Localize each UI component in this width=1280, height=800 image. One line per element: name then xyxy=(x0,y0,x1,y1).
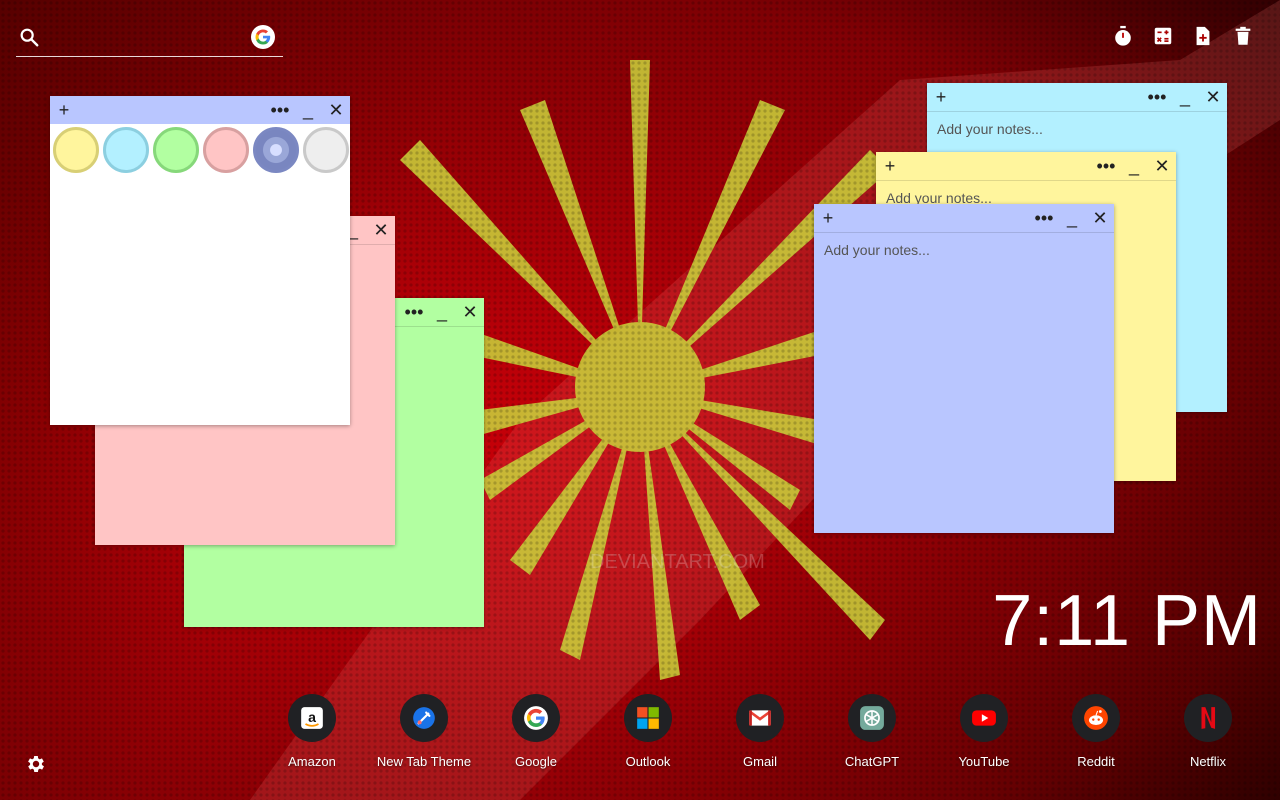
color-pink-swatch[interactable] xyxy=(203,127,249,173)
shortcut-google[interactable]: Google xyxy=(484,694,588,769)
minimize-icon[interactable]: _ xyxy=(430,298,454,326)
chatgpt-icon xyxy=(848,694,896,742)
shortcut-new-tab-theme[interactable]: New Tab Theme xyxy=(372,694,476,769)
minimize-icon[interactable]: _ xyxy=(296,96,320,124)
note-toolbar: + ••• _ ✕ xyxy=(50,96,350,124)
more-options-icon[interactable]: ••• xyxy=(1094,152,1118,180)
shortcut-bar: a Amazon New Tab Theme Google Outlook Gm… xyxy=(260,694,1280,774)
close-icon[interactable]: ✕ xyxy=(458,298,482,326)
shortcut-chatgpt[interactable]: ChatGPT xyxy=(820,694,924,769)
search-icon[interactable] xyxy=(18,26,40,48)
color-cyan-swatch[interactable] xyxy=(103,127,149,173)
shortcut-label: Google xyxy=(515,754,557,769)
shortcut-label: ChatGPT xyxy=(844,754,900,769)
shortcut-label: Reddit xyxy=(1077,754,1115,769)
new-note-icon[interactable] xyxy=(1192,24,1214,48)
timer-icon[interactable] xyxy=(1112,24,1134,48)
note-toolbar: + ••• _ ✕ xyxy=(814,204,1114,232)
minimize-icon[interactable]: _ xyxy=(1173,83,1197,111)
search-input[interactable] xyxy=(52,26,256,52)
close-icon[interactable]: ✕ xyxy=(1150,152,1174,180)
note-divider xyxy=(814,232,1114,233)
note-white[interactable]: + ••• _ ✕ xyxy=(50,96,350,425)
note-divider xyxy=(927,111,1227,112)
more-options-icon[interactable]: ••• xyxy=(1032,204,1056,232)
reddit-icon xyxy=(1072,694,1120,742)
settings-gear-icon[interactable] xyxy=(25,753,47,775)
note-toolbar: + ••• _ ✕ xyxy=(876,152,1176,180)
minimize-icon[interactable]: _ xyxy=(1122,152,1146,180)
google-icon xyxy=(512,694,560,742)
add-note-icon[interactable]: + xyxy=(878,152,902,180)
note-toolbar: + ••• _ ✕ xyxy=(927,83,1227,111)
add-note-icon[interactable]: + xyxy=(929,83,953,111)
note-text[interactable]: Add your notes... xyxy=(824,242,930,258)
shortcut-label: Gmail xyxy=(743,754,777,769)
color-blue-swatch-selected[interactable] xyxy=(253,127,299,173)
google-search-button[interactable] xyxy=(251,25,275,49)
gmail-icon xyxy=(736,694,784,742)
color-green-swatch[interactable] xyxy=(153,127,199,173)
more-options-icon[interactable]: ••• xyxy=(402,298,426,326)
shortcut-label: Amazon xyxy=(288,754,336,769)
shortcut-label: YouTube xyxy=(958,754,1010,769)
note-blue[interactable]: + ••• _ ✕ Add your notes... xyxy=(814,204,1114,533)
shortcut-netflix[interactable]: Netflix xyxy=(1156,694,1260,769)
minimize-icon[interactable]: _ xyxy=(1060,204,1084,232)
netflix-icon xyxy=(1184,694,1232,742)
amazon-icon: a xyxy=(288,694,336,742)
close-icon[interactable]: ✕ xyxy=(369,216,393,244)
shortcut-youtube[interactable]: YouTube xyxy=(932,694,1036,769)
color-yellow-swatch[interactable] xyxy=(53,127,99,173)
shortcut-label: New Tab Theme xyxy=(376,754,472,769)
color-palette xyxy=(50,124,350,176)
add-note-icon[interactable]: + xyxy=(52,96,76,124)
more-options-icon[interactable]: ••• xyxy=(1145,83,1169,111)
svg-text:a: a xyxy=(308,709,316,725)
add-note-icon[interactable]: + xyxy=(816,204,840,232)
shortcut-label: Netflix xyxy=(1189,754,1227,769)
color-gray-swatch[interactable] xyxy=(303,127,349,173)
top-tools xyxy=(1112,24,1254,48)
close-icon[interactable]: ✕ xyxy=(1201,83,1225,111)
shortcut-label: Outlook xyxy=(625,754,671,769)
youtube-icon xyxy=(960,694,1008,742)
close-icon[interactable]: ✕ xyxy=(324,96,348,124)
clock: 7:11 PM xyxy=(992,581,1262,661)
search-bar xyxy=(16,22,283,57)
shortcut-reddit[interactable]: Reddit xyxy=(1044,694,1148,769)
close-icon[interactable]: ✕ xyxy=(1088,204,1112,232)
shortcut-gmail[interactable]: Gmail xyxy=(708,694,812,769)
outlook-icon xyxy=(624,694,672,742)
note-divider xyxy=(876,180,1176,181)
shortcut-outlook[interactable]: Outlook xyxy=(596,694,700,769)
google-icon xyxy=(255,29,271,45)
trash-icon[interactable] xyxy=(1232,24,1254,48)
new-tab-theme-icon xyxy=(400,694,448,742)
note-text[interactable]: Add your notes... xyxy=(937,121,1043,137)
shortcut-amazon[interactable]: a Amazon xyxy=(260,694,364,769)
watermark-text: DEVIANTART.COM xyxy=(590,551,765,573)
calculator-icon[interactable] xyxy=(1152,24,1174,48)
more-options-icon[interactable]: ••• xyxy=(268,96,292,124)
